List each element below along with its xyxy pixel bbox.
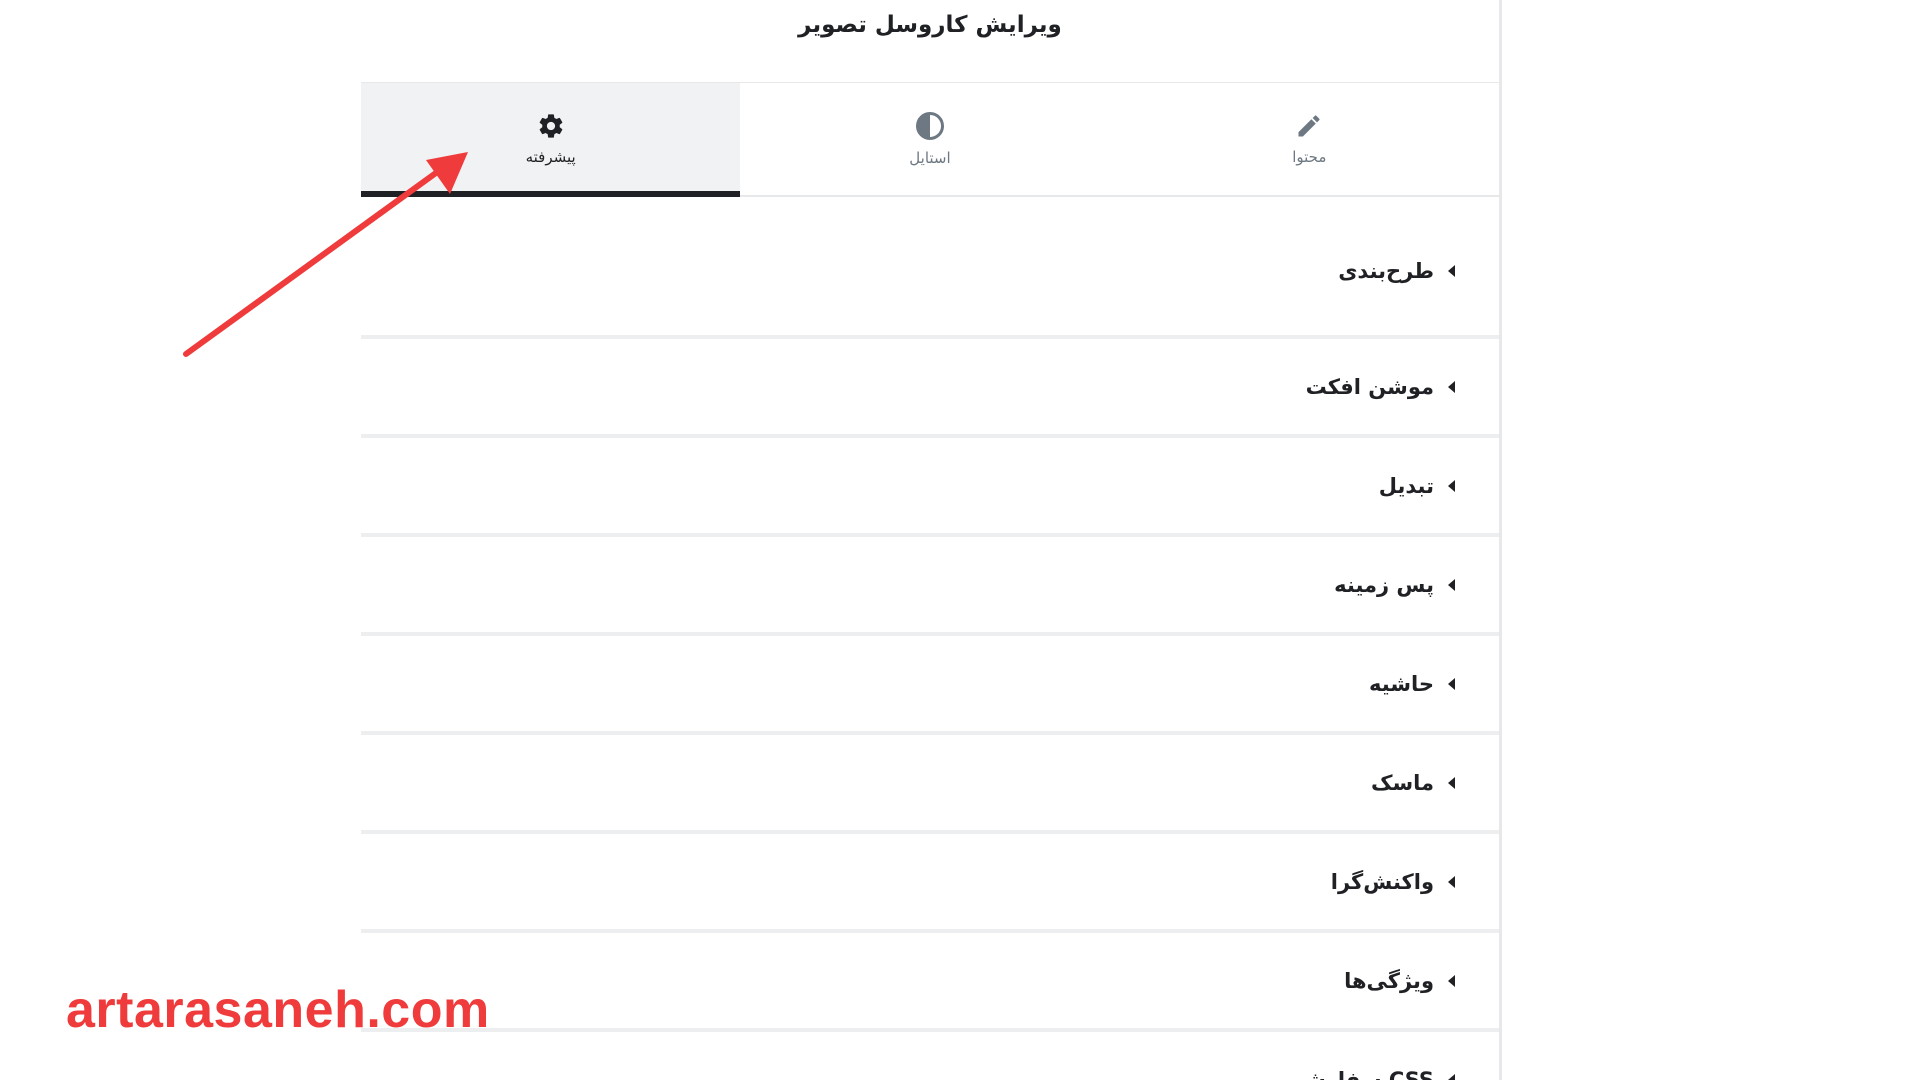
section-background[interactable]: پس زمینه: [361, 537, 1499, 636]
section-motion-effects[interactable]: موشن افکت: [361, 339, 1499, 438]
tab-advanced[interactable]: پیشرفته: [361, 83, 741, 197]
section-label: تبدیل: [1378, 473, 1434, 498]
watermark-text: artarasaneh.com: [66, 981, 490, 1039]
panel-header: ویرایش کاروسل تصویر: [361, 0, 1499, 83]
section-label: طرح‌بندی: [1338, 259, 1434, 283]
caret-left-icon: [1448, 578, 1455, 591]
screenshot-stage: ویرایش کاروسل تصویر پیشرفته استایل محتوا…: [0, 0, 1920, 1080]
caret-left-icon: [1448, 479, 1455, 492]
gear-icon: [537, 112, 565, 140]
section-transform[interactable]: تبدیل: [361, 438, 1499, 537]
section-responsive[interactable]: واکنش‌گرا: [361, 834, 1499, 933]
tab-label: پیشرفته: [525, 148, 576, 166]
tab-label: محتوا: [1292, 148, 1327, 166]
half-circle-icon: [915, 111, 945, 141]
caret-left-icon: [1448, 974, 1455, 987]
section-label: CSS سفارشی: [1283, 1067, 1434, 1080]
section-custom-css[interactable]: CSS سفارشی: [361, 1032, 1499, 1080]
section-label: ویژگی‌ها: [1344, 968, 1434, 993]
section-label: پس زمینه: [1334, 572, 1434, 597]
section-mask[interactable]: ماسک: [361, 735, 1499, 834]
tab-label: استایل: [909, 149, 951, 167]
section-border[interactable]: حاشیه: [361, 636, 1499, 735]
section-label: ماسک: [1370, 770, 1434, 795]
section-label: موشن افکت: [1305, 374, 1434, 399]
caret-left-icon: [1448, 265, 1455, 277]
section-label: حاشیه: [1369, 671, 1434, 696]
pencil-icon: [1295, 112, 1323, 140]
editor-panel: ویرایش کاروسل تصویر پیشرفته استایل محتوا…: [361, 0, 1502, 1080]
tab-style[interactable]: استایل: [740, 83, 1119, 195]
caret-left-icon: [1448, 677, 1455, 690]
editor-tabs: پیشرفته استایل محتوا: [361, 83, 1499, 197]
caret-left-icon: [1448, 1073, 1455, 1080]
caret-left-icon: [1448, 875, 1455, 888]
section-attributes[interactable]: ویژگی‌ها: [361, 933, 1499, 1032]
section-list: طرح‌بندی موشن افکت تبدیل پس زمینه حاشیه …: [361, 197, 1499, 1080]
tab-content[interactable]: محتوا: [1120, 83, 1499, 195]
section-label: واکنش‌گرا: [1330, 869, 1434, 894]
section-layout[interactable]: طرح‌بندی: [361, 197, 1499, 339]
caret-left-icon: [1448, 380, 1455, 393]
caret-left-icon: [1448, 776, 1455, 789]
panel-title: ویرایش کاروسل تصویر: [798, 12, 1062, 38]
